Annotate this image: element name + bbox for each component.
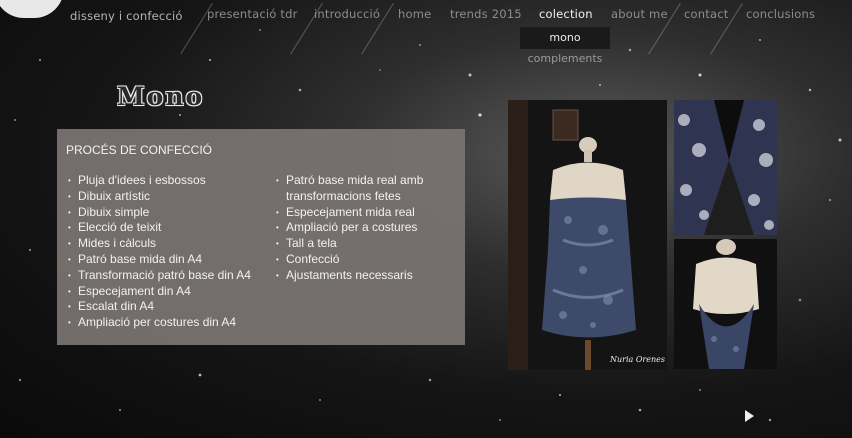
nav-item-trends[interactable]: trends 2015 <box>450 7 522 21</box>
nav-item-home[interactable]: home <box>398 7 431 21</box>
nav-item-introduccio[interactable]: introducció <box>314 7 380 21</box>
list-item: Pluja d'idees i esbossos <box>66 173 276 189</box>
main-navigation: disseny i confecció presentació tdr intr… <box>0 3 852 55</box>
list-item: Transformació patró base din A4 <box>66 268 276 284</box>
process-list-left: Pluja d'idees i esbossos Dibuix artístic… <box>66 173 276 331</box>
list-item: Especejament mida real <box>274 205 459 221</box>
submenu-item-mono[interactable]: mono <box>520 27 610 49</box>
next-arrow-icon[interactable] <box>745 410 754 422</box>
dress-photo-main[interactable]: Nuria Orenes <box>508 100 667 370</box>
list-item: Ampliació per costures din A4 <box>66 315 276 331</box>
list-item: Dibuix simple <box>66 205 276 221</box>
dress-photo-back[interactable] <box>674 239 777 369</box>
page-title: Mono <box>117 82 205 111</box>
dress-detail-image <box>674 100 777 235</box>
nav-item-colection[interactable]: colection <box>539 7 593 21</box>
list-item: Dibuix artístic <box>66 189 276 205</box>
nav-item-disseny[interactable]: disseny i confecció <box>70 9 183 23</box>
nav-item-conclusions[interactable]: conclusions <box>746 7 815 21</box>
list-item: Patró base mida real amb transformacions… <box>274 173 459 205</box>
photo-signature: Nuria Orenes <box>609 355 665 364</box>
submenu-item-complements[interactable]: complements <box>520 49 610 69</box>
nav-item-presentacio[interactable]: presentació tdr <box>207 7 298 21</box>
list-item: Escalat din A4 <box>66 299 276 315</box>
list-item: Patró base mida din A4 <box>66 252 276 268</box>
list-item: Ampliació per a costures <box>274 220 459 236</box>
dress-front-image: Nuria Orenes <box>508 100 667 370</box>
nav-item-about[interactable]: about me <box>611 7 668 21</box>
list-item: Ajustaments necessaris <box>274 268 459 284</box>
colection-submenu: mono complements <box>520 27 610 69</box>
dress-photo-detail[interactable] <box>674 100 777 235</box>
list-item: Confecció <box>274 252 459 268</box>
dress-back-image <box>674 239 777 369</box>
nav-item-contact[interactable]: contact <box>684 7 728 21</box>
list-item: Mides i càlculs <box>66 236 276 252</box>
list-item: Especejament din A4 <box>66 284 276 300</box>
panel-heading: PROCÉS DE CONFECCIÓ <box>66 143 213 157</box>
list-item: Tall a tela <box>274 236 459 252</box>
process-panel: PROCÉS DE CONFECCIÓ Pluja d'idees i esbo… <box>57 129 465 345</box>
process-list-right: Patró base mida real amb transformacions… <box>274 173 459 284</box>
list-item: Elecció de teixit <box>66 220 276 236</box>
